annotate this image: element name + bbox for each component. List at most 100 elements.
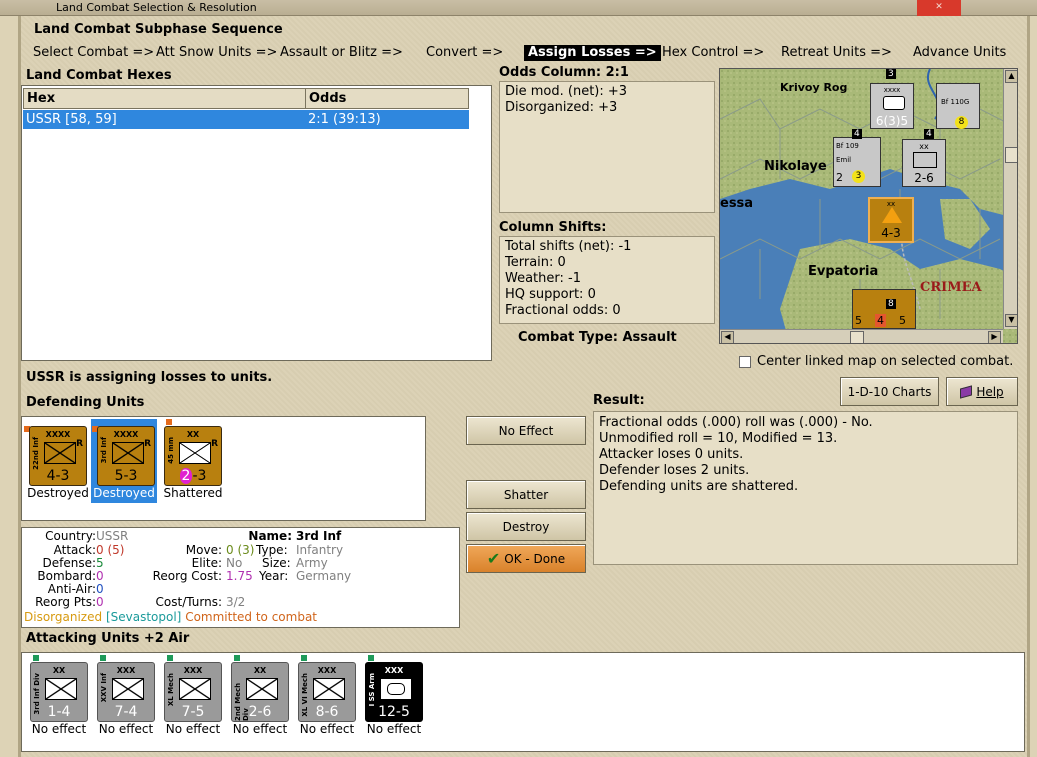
help-button[interactable]: Help xyxy=(946,377,1018,406)
map-counter-xxxx[interactable]: xxxx 6(3)5 xyxy=(870,83,914,129)
scroll-down-icon[interactable]: ▼ xyxy=(1005,314,1017,327)
info-name-key: Name: xyxy=(248,529,292,543)
window-titlebar: Land Combat Selection & Resolution xyxy=(0,0,1037,16)
label-krivoy: Krivoy Rog xyxy=(780,81,848,94)
linked-map[interactable]: Krivoy Rog Nikolaye essa Evpatoria CRIME… xyxy=(719,68,1018,344)
result-line: Fractional odds (.000) roll was (.000) -… xyxy=(599,415,873,430)
info-country-key: Country: xyxy=(45,529,96,543)
map-counter-xx-size: xx xyxy=(919,142,929,151)
table-row[interactable]: USSR [58, 59] 2:1 (39:13) xyxy=(23,110,469,129)
attacking-unit-2[interactable]: XXX XXV Inf 7-4 xyxy=(97,662,155,722)
map-hscrollbar[interactable]: ◀ ▶ xyxy=(720,329,1003,343)
attacking-unit-5[interactable]: XXX XL VI Mech 8-6 xyxy=(298,662,356,722)
map-counter-air[interactable]: Bf 110G 8 xyxy=(936,83,980,129)
unit-marker xyxy=(33,655,39,661)
phase-select-combat: Select Combat => xyxy=(33,45,155,60)
unit-side: I SS Arm xyxy=(368,673,376,707)
status-text: USSR is assigning losses to units. xyxy=(26,370,273,385)
odds-disorganized: Disorganized: +3 xyxy=(505,100,618,115)
odds-die-mod: Die mod. (net): +3 xyxy=(505,84,628,99)
info-year: Germany xyxy=(296,569,352,583)
map-counter-stack[interactable]: 5 4 5 xyxy=(852,289,916,329)
label-odessa: essa xyxy=(720,196,754,211)
col-hex[interactable]: Hex xyxy=(23,88,306,109)
phase-assign-losses: Assign Losses => xyxy=(524,45,661,61)
center-map-label: Center linked map on selected combat. xyxy=(757,354,1014,369)
map-counter-bf109[interactable]: Bf 109 Emil 2 3 xyxy=(833,137,881,187)
ok-done-button[interactable]: ✔ OK - Done xyxy=(466,544,586,573)
unit-r: R xyxy=(211,439,218,449)
stack-number: 4 xyxy=(852,129,862,139)
close-icon[interactable]: ✕ xyxy=(917,0,961,16)
unit-strength: 4-3 xyxy=(46,468,70,484)
help-button-label: Help xyxy=(976,384,1004,399)
map-counter-selected[interactable]: xx 4-3 xyxy=(868,197,914,243)
unit-result-label: No effect xyxy=(366,722,422,736)
unit-strength: 7-4 xyxy=(114,704,138,720)
stack-num-c: 5 xyxy=(899,314,906,327)
phase-assault-blitz: Assault or Blitz => xyxy=(280,45,403,60)
charts-button[interactable]: 1-D-10 Charts xyxy=(840,377,939,406)
stack-num-a: 5 xyxy=(855,314,862,327)
info-reorg-key: Reorg Pts: xyxy=(35,595,96,609)
phase-convert: Convert => xyxy=(426,45,504,60)
unit-side: 45 mm xyxy=(167,437,175,464)
destroy-button[interactable]: Destroy xyxy=(466,512,586,541)
defending-unit-1[interactable]: XXXX 22nd Inf R 4-3 xyxy=(29,426,87,486)
center-map-checkbox[interactable] xyxy=(739,356,751,368)
defending-unit-3[interactable]: XX 45 mm R 2 -3 xyxy=(164,426,222,486)
attacking-panel: XX 3rd Inf Div 1-4 No effect XXX XXV Inf 7-4 No… xyxy=(21,652,1025,752)
attacking-unit-6[interactable]: XXX I SS Arm 12-5 xyxy=(365,662,423,722)
hexes-table: Hex Odds USSR [58, 59] 2:1 (39:13) xyxy=(21,85,492,361)
help-icon xyxy=(960,384,973,399)
map-counter-bf109-n: 2 xyxy=(836,171,843,184)
shift-terrain: Terrain: 0 xyxy=(505,255,566,270)
infantry-icon xyxy=(44,442,76,464)
odds-title: Odds Column: 2:1 xyxy=(499,65,629,80)
infantry-icon xyxy=(45,678,77,700)
unit-marker xyxy=(301,655,307,661)
vscroll-thumb[interactable] xyxy=(1005,147,1017,163)
shatter-button[interactable]: Shatter xyxy=(466,480,586,509)
col-odds[interactable]: Odds xyxy=(305,88,469,109)
hscroll-thumb[interactable] xyxy=(850,331,864,343)
infantry-icon xyxy=(246,678,278,700)
unit-marker xyxy=(100,655,106,661)
phase-retreat: Retreat Units => xyxy=(781,45,892,60)
cell-odds: 2:1 (39:13) xyxy=(308,112,381,127)
hexes-title: Land Combat Hexes xyxy=(26,68,172,83)
defending-panel: XXXX 22nd Inf R 4-3 Destroyed XXXX 3rd I… xyxy=(21,416,426,521)
info-year-key: Year: xyxy=(259,569,289,583)
map-vscrollbar[interactable]: ▲ ▼ xyxy=(1003,69,1017,329)
scroll-up-icon[interactable]: ▲ xyxy=(1005,70,1017,83)
info-name: 3rd Inf xyxy=(296,529,342,543)
stack-number: 3 xyxy=(886,69,896,79)
attacking-unit-3[interactable]: XXX XL Mech 7-5 xyxy=(164,662,222,722)
unit-strength: 5-3 xyxy=(114,468,138,484)
unit-result-label: Destroyed xyxy=(27,486,89,500)
info-cost-key: Cost/Turns: xyxy=(155,595,222,609)
armor-icon xyxy=(380,678,412,700)
info-status: Disorganized [Sevastopol] Committed to c… xyxy=(24,611,317,624)
status-disorganized: Disorganized xyxy=(24,610,103,624)
unit-strength: 2 -3 xyxy=(179,468,207,484)
no-effect-button[interactable]: No Effect xyxy=(466,416,586,445)
attacking-unit-1[interactable]: XX 3rd Inf Div 1-4 xyxy=(30,662,88,722)
map-counter-sel-str: 4-3 xyxy=(881,226,901,240)
unit-marker xyxy=(167,655,173,661)
ok-done-label: OK - Done xyxy=(504,551,566,566)
defending-unit-2[interactable]: XXXX 3rd Inf R 5-3 xyxy=(97,426,155,486)
scroll-left-icon[interactable]: ◀ xyxy=(721,331,734,343)
shift-fractional: Fractional odds: 0 xyxy=(505,303,621,318)
info-reorg-pts: 0 xyxy=(96,595,104,609)
attacking-unit-4[interactable]: XX 2nd Mech Div 2-6 xyxy=(231,662,289,722)
map-counter-sel-size: xx xyxy=(886,200,896,208)
scroll-right-icon[interactable]: ▶ xyxy=(988,331,1001,343)
cell-hex: USSR [58, 59] xyxy=(26,112,117,127)
map-counter-xx[interactable]: xx 2-6 xyxy=(902,139,946,187)
unit-side: XXV Inf xyxy=(100,673,108,703)
checkmark-icon: ✔ xyxy=(486,549,501,568)
no-effect-label: No Effect xyxy=(498,423,554,438)
map-counter-air-name: Bf 110G xyxy=(941,98,970,106)
charts-button-label: 1-D-10 Charts xyxy=(847,384,932,399)
